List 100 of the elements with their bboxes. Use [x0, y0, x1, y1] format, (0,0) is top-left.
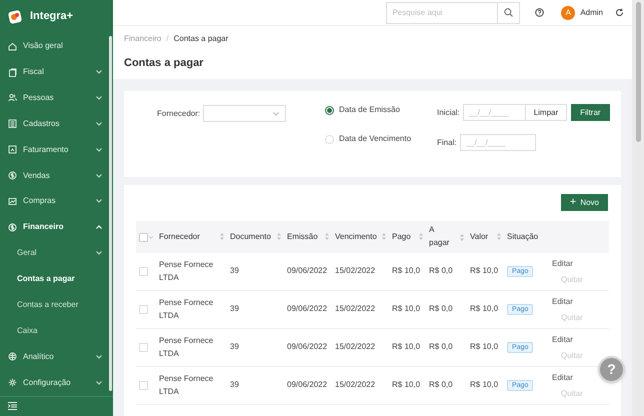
sidebar-item[interactable]: Cadastros: [0, 110, 108, 137]
column-header-cell[interactable]: Pago: [392, 230, 429, 244]
document-icon: [8, 68, 17, 76]
supplier-select[interactable]: [203, 105, 286, 122]
column-header-cell[interactable]: Valor: [470, 230, 507, 244]
clear-button[interactable]: Limpar: [526, 104, 568, 121]
date-cell-text: 15/02/2022: [335, 303, 376, 316]
chevron-down-icon: [96, 70, 102, 74]
date-cell-text: 09/06/2022: [287, 341, 328, 354]
date-cell-text: 09/06/2022: [287, 303, 328, 316]
sidebar-item[interactable]: Faturamento: [0, 136, 108, 163]
field-label: Inicial:: [437, 106, 460, 118]
end-date-field[interactable]: __/__/____: [460, 134, 536, 151]
gear-icon: [8, 378, 17, 388]
sidebar-item[interactable]: Fiscal: [0, 59, 108, 85]
amount-cell-text: R$ 10,0: [392, 379, 422, 392]
search-field[interactable]: Pesquise aqui: [386, 2, 498, 24]
submenu-item[interactable]: Contas a receber: [0, 292, 108, 318]
amount-cell-text: R$ 10,0: [392, 303, 422, 316]
help-icon[interactable]: [535, 8, 544, 17]
row-checkbox[interactable]: [139, 305, 148, 314]
action-link[interactable]: Editar: [552, 258, 573, 270]
coin-icon: [8, 222, 17, 232]
column-header-cell[interactable]: Documento: [230, 230, 287, 244]
sort-icon[interactable]: [277, 233, 281, 240]
chart-icon: [8, 196, 17, 206]
amount-cell-text: R$ 10,0: [470, 303, 500, 316]
refresh-icon[interactable]: [615, 8, 624, 17]
amount-cell-text: R$ 0,0: [429, 379, 454, 392]
action-link[interactable]: Editar: [552, 334, 573, 346]
row-checkbox[interactable]: [139, 267, 148, 276]
sort-icon[interactable]: [382, 233, 386, 240]
document-cell-text: 39: [230, 341, 240, 354]
column-header-cell[interactable]: Emissão: [287, 230, 335, 244]
chevron-down-icon: [96, 148, 102, 152]
scrollbar[interactable]: [109, 36, 112, 391]
sidebar-item[interactable]: Financeiro: [0, 214, 108, 240]
sidebar-item[interactable]: Vendas: [0, 162, 108, 189]
sort-icon[interactable]: [220, 233, 224, 240]
document-cell-text: 39: [230, 265, 240, 278]
sidebar-item[interactable]: Analítico: [0, 344, 108, 370]
action-link[interactable]: Editar: [552, 372, 573, 384]
chevron-down-icon: [96, 174, 102, 178]
amount-cell-text: R$ 10,0: [470, 379, 500, 392]
breadcrumb-current: Contas a pagar: [174, 33, 228, 45]
row-checkbox[interactable]: [139, 381, 148, 390]
sidebar-item[interactable]: Configuração: [0, 370, 108, 396]
chevron-down-icon[interactable]: [149, 236, 153, 238]
amount-cell-text: R$ 0,0: [429, 341, 454, 354]
date-cell-text: 15/02/2022: [335, 341, 376, 354]
date-cell-text: 15/02/2022: [335, 379, 376, 392]
action-link[interactable]: Editar: [552, 296, 573, 308]
page-title: Contas a pagar: [124, 56, 204, 71]
chevron-down-icon: [96, 199, 102, 204]
sidebar-item[interactable]: Compras: [0, 188, 108, 214]
list-icon: [8, 119, 17, 128]
chevron-down-icon: [96, 380, 102, 385]
sidebar-item[interactable]: Visão geral: [0, 33, 108, 60]
coin-icon: [8, 171, 17, 180]
scrollbar[interactable]: [636, 2, 640, 142]
chevron-down-icon: [96, 122, 102, 126]
column-header-cell[interactable]: Vencimento: [335, 230, 392, 244]
submenu-item[interactable]: Contas a pagar: [0, 266, 108, 292]
submenu-item[interactable]: Geral: [0, 240, 108, 266]
column-header-cell[interactable]: A pagar: [429, 224, 470, 250]
row-checkbox[interactable]: [139, 343, 148, 352]
sort-icon[interactable]: [419, 233, 423, 240]
filter-button[interactable]: Filtrar: [571, 104, 610, 121]
start-date-field[interactable]: __/__/____: [462, 104, 526, 121]
breadcrumb-separator: /: [166, 33, 169, 45]
amount-cell-text: R$ 10,0: [470, 265, 500, 278]
user-name[interactable]: Admin: [580, 6, 603, 18]
sort-icon[interactable]: [460, 234, 464, 240]
new-button[interactable]: + Novo: [560, 194, 608, 211]
supplier-cell-text: Pense Fornece LTDA: [159, 372, 214, 398]
amount-cell-text: R$ 0,0: [429, 303, 454, 316]
sort-icon[interactable]: [497, 233, 501, 240]
search-button[interactable]: [498, 2, 520, 24]
chevron-down-icon: [96, 251, 102, 256]
amount-cell-text: R$ 0,0: [429, 265, 454, 278]
chevron-down-icon: [96, 96, 102, 100]
supplier-cell-text: Pense Fornece LTDA: [159, 296, 214, 322]
column-header-cell[interactable]: Fornecedor: [159, 230, 230, 244]
date-cell-text: 15/02/2022: [335, 265, 376, 278]
collapse-menu-icon[interactable]: [8, 402, 17, 410]
chevron-down-icon: [273, 112, 280, 116]
submenu-item[interactable]: Caixa: [0, 318, 108, 344]
select-all-checkbox[interactable]: [139, 232, 148, 242]
amount-cell-text: R$ 10,0: [470, 341, 500, 354]
date-cell-text: 09/06/2022: [287, 379, 328, 392]
sort-icon[interactable]: [325, 233, 329, 240]
supplier-cell-text: Pense Fornece LTDA: [159, 334, 214, 360]
chevron-down-icon: [96, 354, 102, 359]
sidebar-item[interactable]: Pessoas: [0, 84, 108, 111]
radio-option[interactable]: Data de Vencimento: [325, 133, 412, 145]
radio-option[interactable]: Data de Emissão: [325, 104, 412, 116]
field-label: Fornecedor:: [157, 108, 200, 120]
search-icon[interactable]: [504, 8, 514, 17]
date-cell-text: 09/06/2022: [287, 265, 328, 278]
chevron-up-icon: [96, 225, 102, 230]
